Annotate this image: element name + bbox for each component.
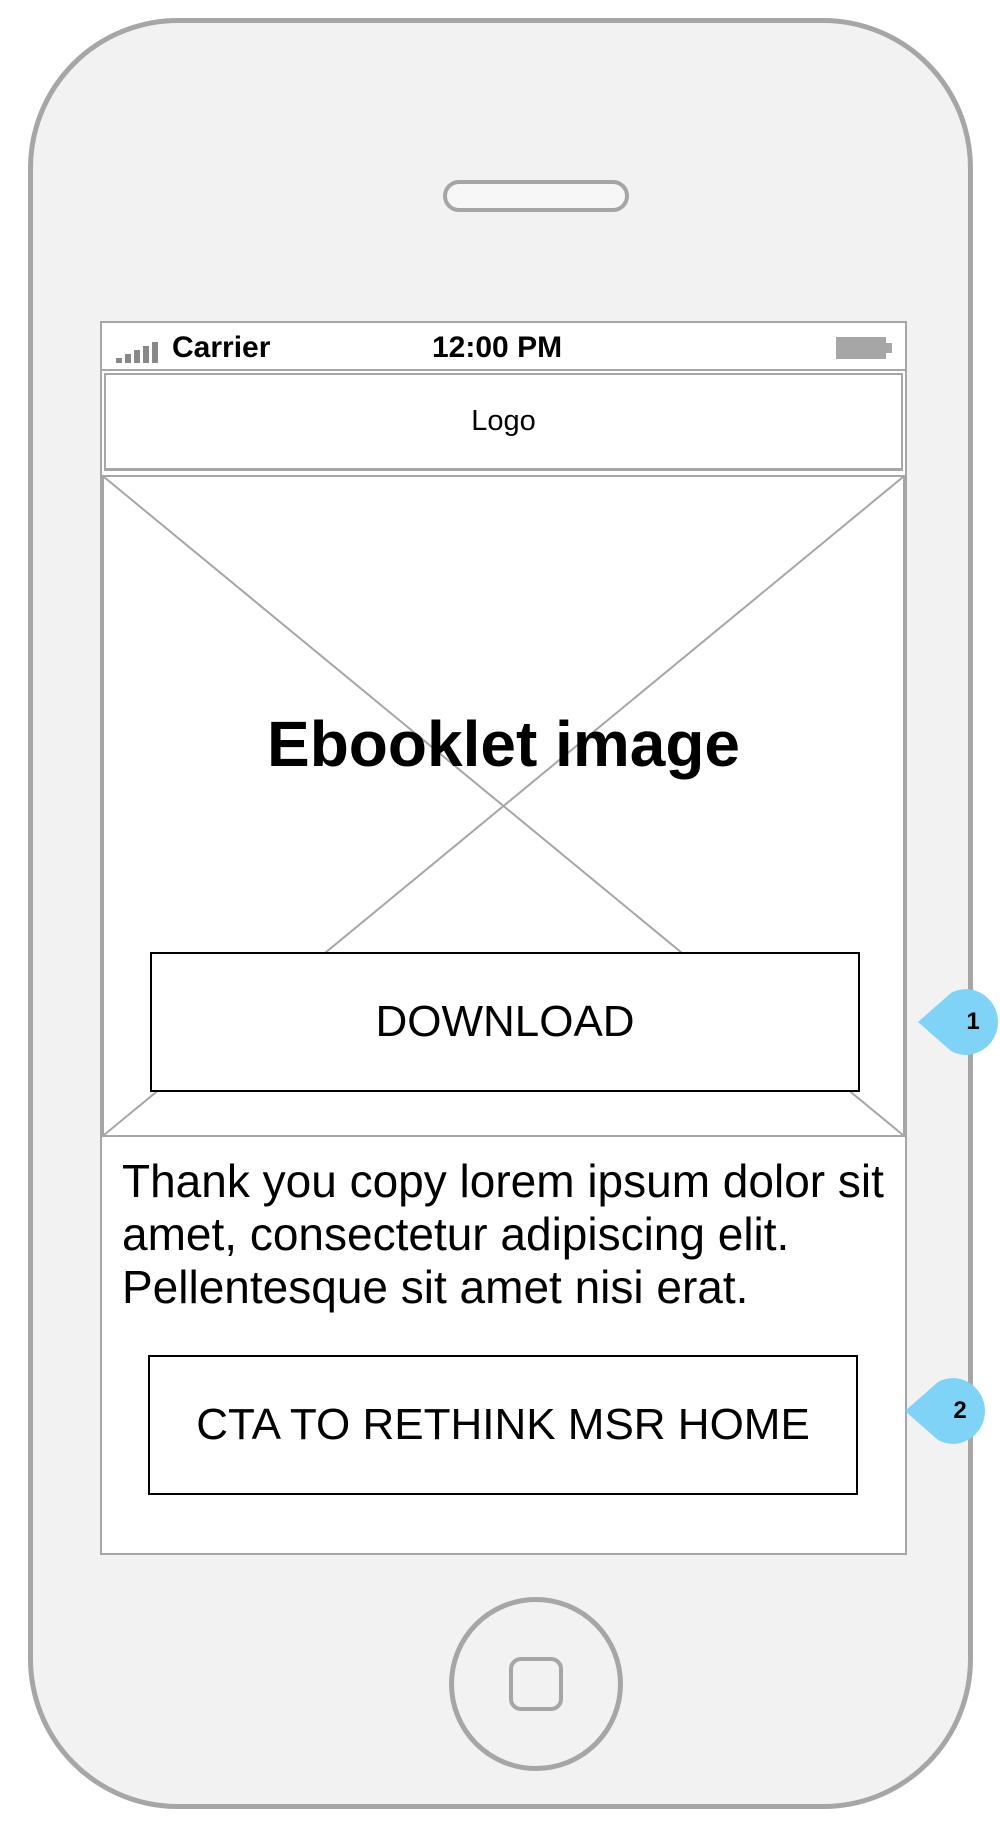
callout-number: 1 [966, 1008, 980, 1035]
thank-you-copy: Thank you copy lorem ipsum dolor sit ame… [122, 1155, 884, 1313]
battery-icon [836, 337, 892, 359]
ebooklet-image-label: Ebooklet image [267, 708, 740, 780]
speaker-slot [443, 180, 629, 212]
annotation-callout-1: 1 [918, 989, 998, 1055]
annotation-callout-2: 2 [905, 1378, 985, 1444]
carrier-label: Carrier [172, 331, 271, 364]
callout-number: 2 [953, 1397, 967, 1424]
rethink-msr-home-button[interactable]: CTA TO RETHINK MSR HOME [148, 1355, 858, 1495]
status-bar: Carrier 12:00 PM [102, 323, 905, 371]
download-button[interactable]: DOWNLOAD [150, 952, 860, 1092]
home-button[interactable] [449, 1597, 623, 1771]
phone-screen: Carrier 12:00 PM Logo Ebooklet image DOW… [100, 321, 907, 1555]
signal-strength-icon [116, 341, 160, 363]
nav-bar: Logo [104, 373, 903, 471]
ebooklet-image-placeholder: Ebooklet image DOWNLOAD [102, 475, 905, 1137]
home-square-icon [509, 1657, 563, 1711]
logo[interactable]: Logo [471, 405, 536, 438]
status-time: 12:00 PM [432, 331, 563, 364]
